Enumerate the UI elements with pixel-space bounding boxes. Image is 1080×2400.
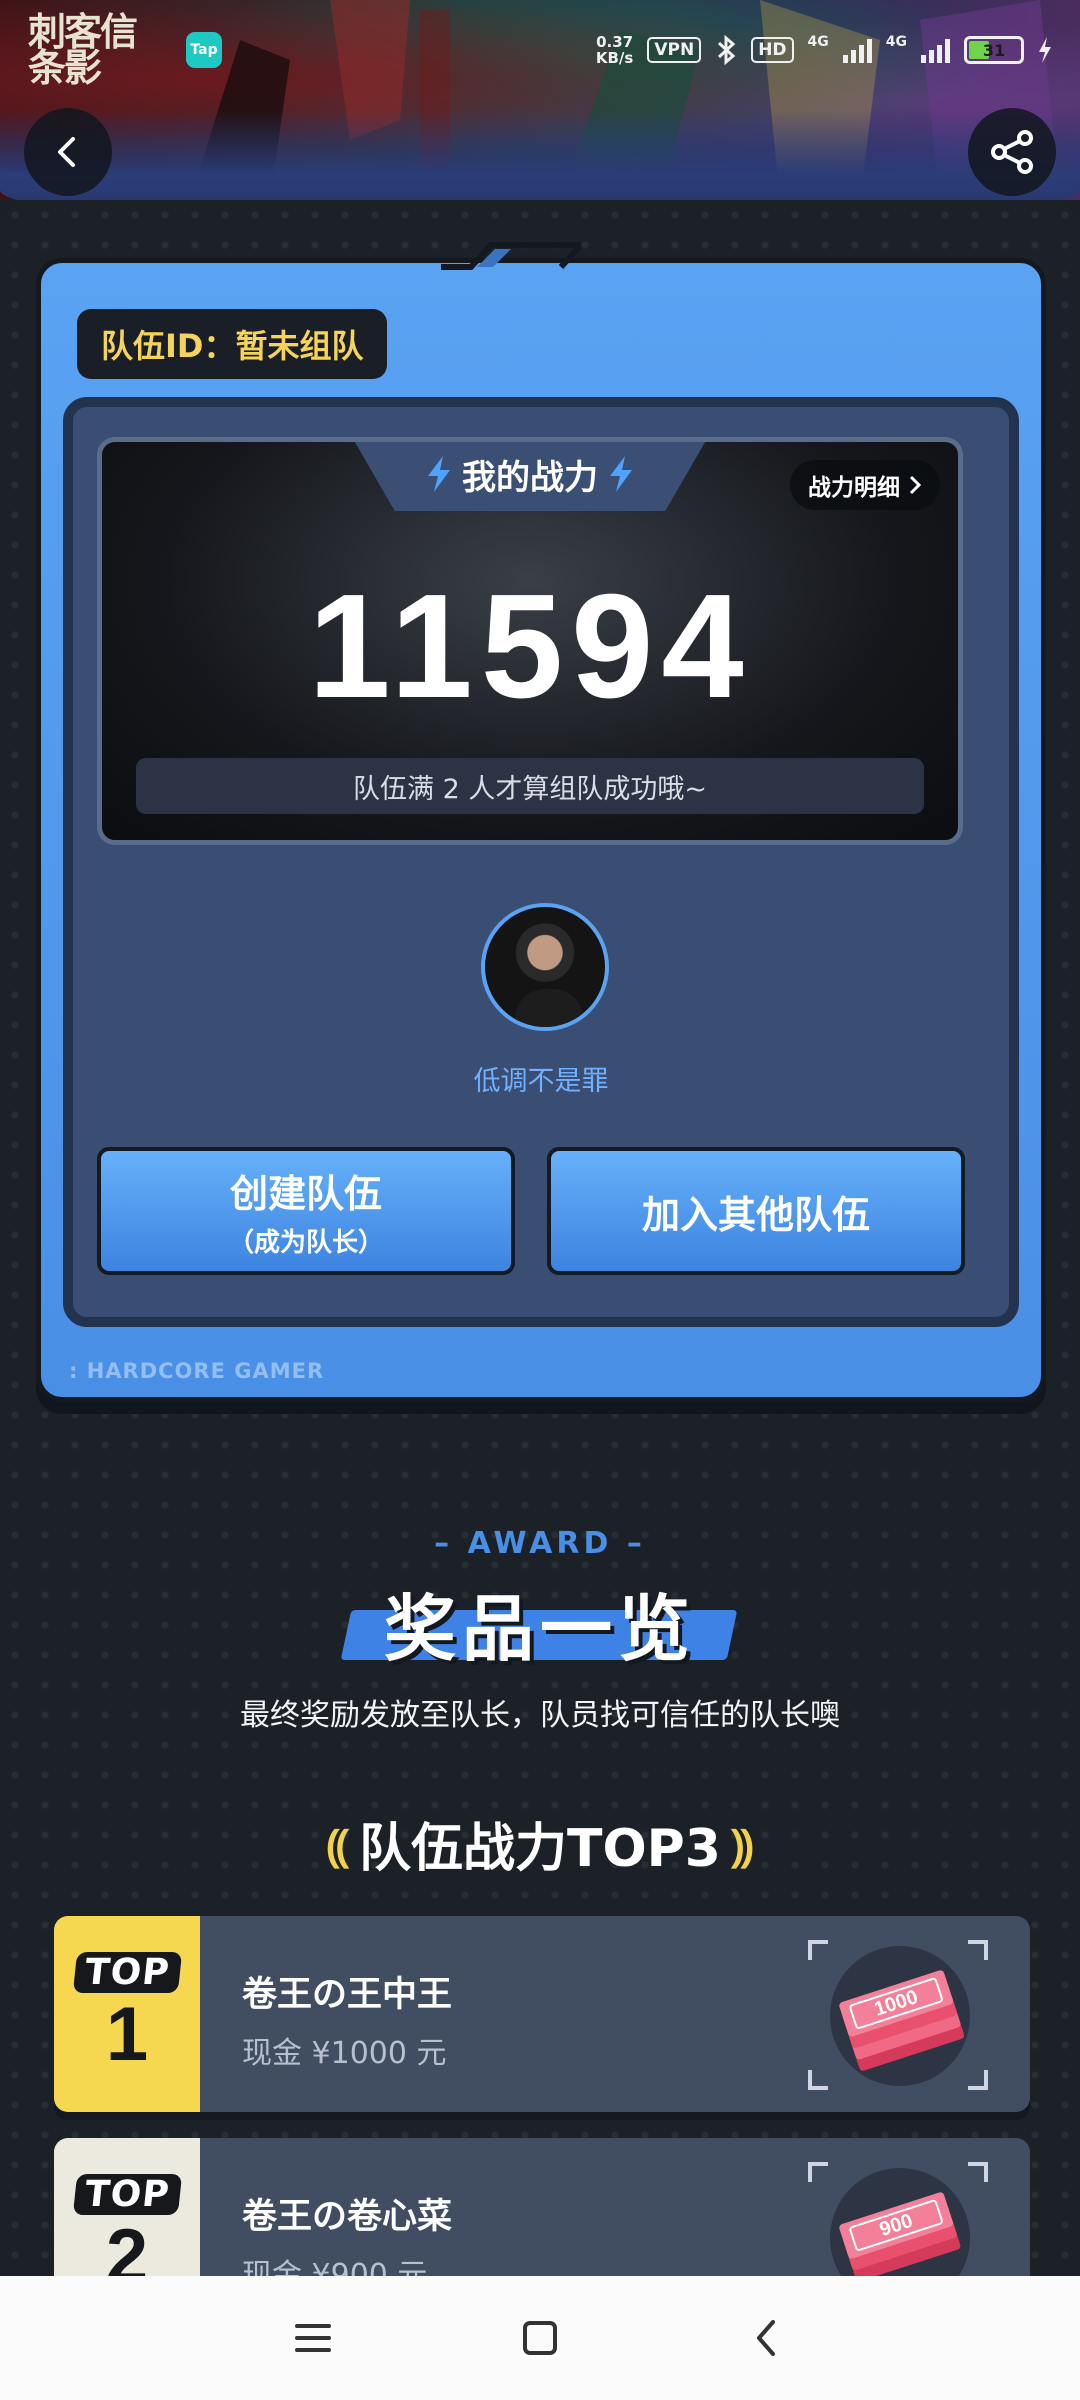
network-type-1: 4G: [807, 34, 829, 50]
award-title: 奖品一览: [383, 1587, 696, 1671]
create-team-button[interactable]: 创建队伍 （成为队长）: [97, 1147, 515, 1275]
power-tip: 队伍满 2 人才算组队成功哦~: [136, 758, 924, 814]
power-title: 我的战力: [462, 457, 598, 498]
share-icon: [991, 130, 1033, 174]
nickname: 低调不是罪: [473, 1066, 609, 1097]
prize-rank-badge: TOP 1: [54, 1916, 200, 2112]
card-tab-decoration: [441, 242, 581, 270]
avatar[interactable]: [481, 903, 609, 1031]
power-value: 11594: [308, 564, 752, 729]
status-bar: 刺客信条影 Tap 0.37 KB/s VPN HD 4G 4G 31: [0, 0, 1080, 100]
laurel-left-icon: ⸨: [326, 1820, 349, 1872]
battery-level: 31: [982, 40, 1006, 60]
game-logo: 刺客信条影: [28, 9, 138, 90]
team-inner-panel: 我的战力 战力明细 11594 队伍满 2 人才算组队成功哦~ 低调不是罪 创建…: [63, 397, 1019, 1327]
back-button[interactable]: [24, 108, 112, 196]
back-arrow-icon: [58, 137, 75, 167]
banner-fade: [0, 110, 1080, 200]
network-type-2: 4G: [885, 34, 907, 50]
system-nav-bar: [0, 2276, 1080, 2400]
menu-icon[interactable]: [293, 2318, 333, 2358]
award-eyebrow: – AWARD –: [434, 1526, 646, 1561]
join-team-button[interactable]: 加入其他队伍: [547, 1147, 965, 1275]
bluetooth-icon: [718, 35, 736, 65]
chevron-right-icon: [909, 475, 922, 495]
signal-icon-2: [921, 37, 950, 63]
lightning-icon: [428, 456, 450, 492]
award-description: 最终奖励发放至队长，队员找可信任的队长噢: [240, 1698, 840, 1733]
cash-prize-icon: 1000: [808, 1940, 988, 2090]
battery-icon: 31: [964, 36, 1024, 64]
prize-name: 卷王の王中王: [242, 1975, 453, 2015]
create-team-label: 创建队伍: [229, 1172, 382, 1216]
award-title-block: 奖品一览: [340, 1570, 740, 1671]
charging-icon: [1039, 37, 1051, 63]
prize-name: 卷王の卷心菜: [242, 2197, 453, 2237]
vpn-icon: VPN: [647, 37, 702, 63]
prize-value: 现金 ¥1000 元: [242, 2036, 447, 2071]
status-icons: 0.37 KB/s VPN HD 4G 4G 31: [596, 34, 1052, 66]
net-speed: 0.37 KB/s: [595, 33, 634, 67]
power-detail-link[interactable]: 战力明细: [790, 460, 940, 510]
tap-app-icon: Tap: [186, 32, 222, 68]
power-box: 我的战力 战力明细 11594 队伍满 2 人才算组队成功哦~: [97, 437, 963, 845]
rank-top-label: TOP: [72, 2173, 182, 2215]
team-id-label: 队伍ID：暂未组队: [77, 309, 388, 379]
hardcore-watermark: : HARDCORE GAMER: [69, 1359, 325, 1383]
rank-top-label: TOP: [72, 1951, 182, 1993]
team-card: 队伍ID：暂未组队 我的战力 战力明细 11594 队伍满 2 人才算组队成功哦…: [36, 242, 1046, 1402]
rank-number: 1: [105, 1991, 149, 2077]
prize-row: TOP 1 卷王の王中王 现金 ¥1000 元 1000: [54, 1916, 1030, 2112]
power-detail-label: 战力明细: [808, 475, 900, 501]
laurel-right-icon: ⸩: [730, 1820, 754, 1872]
home-square-icon[interactable]: [520, 2318, 560, 2358]
power-header: 我的战力: [352, 442, 708, 511]
top3-heading: ⸨ 队伍战力TOP3 ⸩: [0, 1806, 1080, 1881]
hd-icon: HD: [751, 37, 794, 63]
game-banner: 刺客信条影 Tap 0.37 KB/s VPN HD 4G 4G 31: [0, 0, 1080, 200]
create-team-sublabel: （成为队长）: [227, 1228, 384, 1258]
share-button[interactable]: [968, 108, 1056, 196]
top3-title: 队伍战力TOP3: [359, 1819, 721, 1879]
back-chevron-icon[interactable]: [747, 2318, 787, 2358]
lightning-icon: [610, 456, 632, 492]
join-team-label: 加入其他队伍: [641, 1192, 870, 1237]
signal-icon-1: [842, 37, 872, 63]
